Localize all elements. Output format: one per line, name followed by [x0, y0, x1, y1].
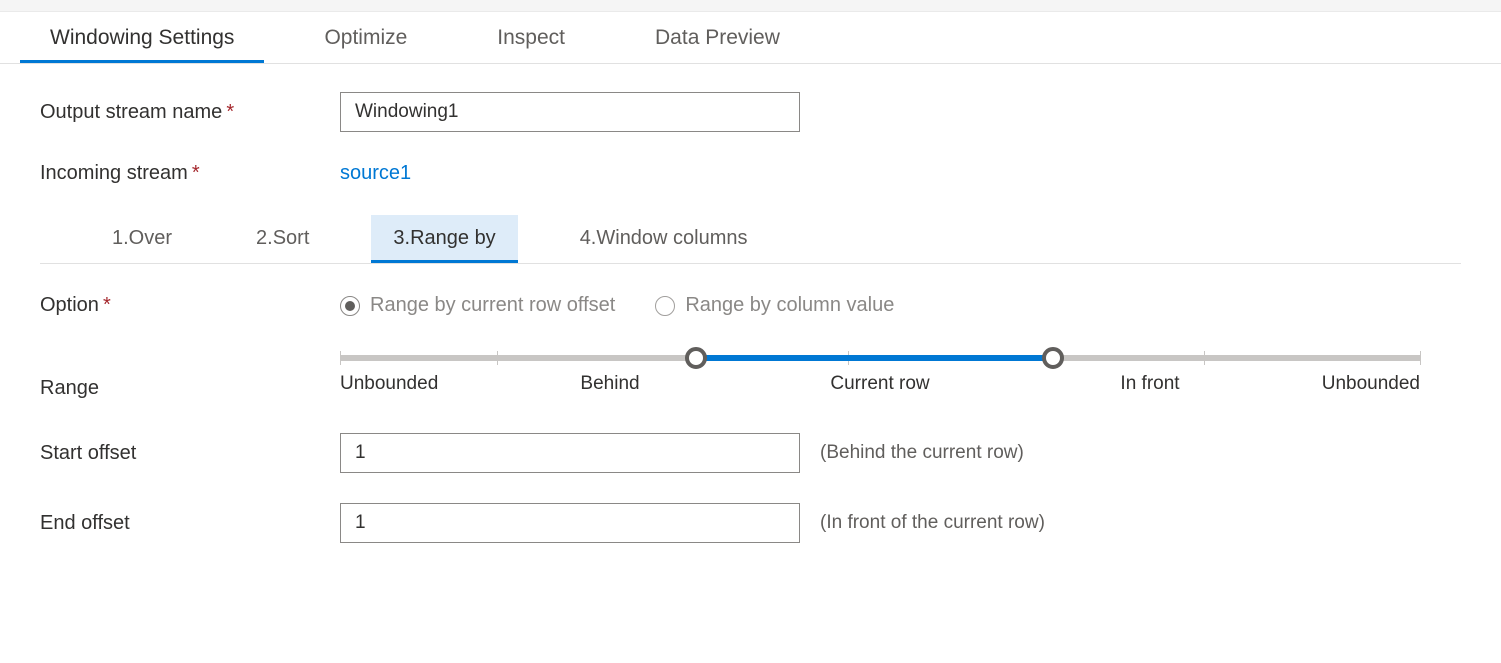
range-label: Range: [40, 347, 340, 400]
subtab-over[interactable]: 1.Over: [90, 215, 194, 263]
tab-inspect[interactable]: Inspect: [467, 12, 595, 63]
start-offset-input[interactable]: [340, 433, 800, 473]
subtab-sort[interactable]: 2.Sort: [234, 215, 331, 263]
start-offset-hint: (Behind the current row): [820, 442, 1024, 464]
subtabs: 1.Over 2.Sort 3.Range by 4.Window column…: [40, 215, 1461, 264]
subtab-range-by[interactable]: 3.Range by: [371, 215, 517, 263]
slider-handle-start[interactable]: [685, 347, 707, 369]
slider-handle-end[interactable]: [1042, 347, 1064, 369]
slider-tick: [340, 351, 341, 365]
radio-row-offset[interactable]: Range by current row offset: [340, 294, 615, 317]
radio-row-offset-label: Range by current row offset: [370, 294, 615, 317]
tab-optimize[interactable]: Optimize: [294, 12, 437, 63]
settings-panel: Output stream name* Incoming stream* sou…: [0, 64, 1501, 613]
subtab-window-columns[interactable]: 4.Window columns: [558, 215, 770, 263]
output-stream-label: Output stream name*: [40, 101, 340, 124]
slider-tick: [1420, 351, 1421, 365]
radio-icon: [340, 296, 360, 316]
slider-tick: [1204, 351, 1205, 365]
tab-data-preview[interactable]: Data Preview: [625, 12, 810, 63]
slider-label-in-front: In front: [1120, 373, 1179, 395]
radio-icon: [655, 296, 675, 316]
end-offset-hint: (In front of the current row): [820, 512, 1045, 534]
slider-label-current-row: Current row: [830, 373, 929, 395]
required-icon: *: [192, 162, 200, 184]
radio-column-value[interactable]: Range by column value: [655, 294, 894, 317]
slider-tick: [497, 351, 498, 365]
range-slider[interactable]: Unbounded Behind Current row In front Un…: [340, 355, 1420, 403]
incoming-stream-link[interactable]: source1: [340, 162, 411, 185]
start-offset-label: Start offset: [40, 442, 340, 465]
tab-windowing-settings[interactable]: Windowing Settings: [20, 12, 264, 63]
output-stream-input[interactable]: [340, 92, 800, 132]
slider-labels: Unbounded Behind Current row In front Un…: [340, 373, 1420, 403]
main-tabs: Windowing Settings Optimize Inspect Data…: [0, 12, 1501, 64]
radio-column-value-label: Range by column value: [685, 294, 894, 317]
end-offset-label: End offset: [40, 512, 340, 535]
required-icon: *: [103, 294, 111, 316]
option-radio-group: Range by current row offset Range by col…: [340, 294, 894, 317]
slider-label-unbounded-left: Unbounded: [340, 373, 438, 395]
required-icon: *: [226, 101, 234, 123]
option-label: Option*: [40, 294, 340, 317]
slider-track: [340, 355, 1420, 361]
slider-fill: [696, 355, 1052, 361]
incoming-stream-label: Incoming stream*: [40, 162, 340, 185]
slider-label-behind: Behind: [580, 373, 639, 395]
slider-label-unbounded-right: Unbounded: [1322, 373, 1420, 395]
topbar: [0, 0, 1501, 12]
end-offset-input[interactable]: [340, 503, 800, 543]
